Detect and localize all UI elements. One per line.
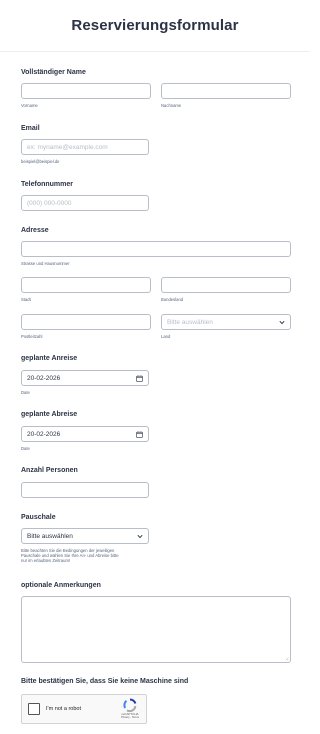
email-placeholder: ex: myname@example.com	[27, 144, 108, 151]
resize-handle-icon[interactable]	[285, 657, 289, 661]
country-sublabel: Land	[161, 334, 171, 339]
form-title: Reservierungsformular	[71, 17, 239, 34]
arrival-sublabel: Date	[21, 390, 30, 395]
zip-input[interactable]	[21, 314, 151, 330]
captcha-label: Bitte bestätigen Sie, dass Sie keine Mas…	[21, 678, 189, 685]
calendar-icon[interactable]	[136, 431, 143, 438]
first-name-input[interactable]	[21, 83, 151, 99]
state-sublabel: Bundesland	[161, 297, 184, 302]
email-sublabel: beispiel@beispiel.de	[21, 159, 60, 164]
notes-label: optionale Anmerkungen	[21, 582, 101, 589]
package-select[interactable]: Bitte auswählen	[21, 528, 149, 544]
package-note-line-3: nur im erlaubten Zeitraum!	[21, 558, 71, 563]
country-select[interactable]: Bitte auswählen	[161, 314, 291, 330]
last-name-input[interactable]	[161, 83, 291, 99]
recaptcha-logo-icon	[123, 698, 137, 712]
departure-sublabel: Date	[21, 446, 30, 451]
street-input[interactable]	[21, 241, 291, 257]
notes-textarea[interactable]	[21, 596, 291, 663]
phone-input[interactable]: (000) 000-0000	[21, 195, 149, 211]
last-name-sublabel: Nachname	[161, 103, 182, 108]
country-placeholder: Bitte auswählen	[167, 319, 213, 326]
arrival-label: geplante Anreise	[21, 355, 78, 362]
chevron-down-icon	[137, 534, 143, 539]
email-label: Email	[21, 125, 40, 132]
recaptcha-widget: I'm not a robot reCAPTCHA Privacy - Term…	[21, 694, 147, 724]
city-sublabel: Stadt	[21, 297, 31, 302]
zip-sublabel: Postleitzahl	[21, 334, 43, 339]
city-input[interactable]	[21, 277, 151, 293]
persons-label: Anzahl Personen	[21, 467, 78, 474]
phone-label: Telefonnummer	[21, 181, 73, 188]
package-label: Pauschale	[21, 514, 56, 521]
state-input[interactable]	[161, 277, 291, 293]
chevron-down-icon	[279, 320, 285, 325]
robot-checkbox-label: I'm not a robot	[46, 706, 81, 712]
address-label: Adresse	[21, 227, 49, 234]
street-sublabel: Strasse und Hausnummer	[21, 261, 70, 266]
name-label: Vollständiger Name	[21, 69, 86, 76]
arrival-date-value: 20-02-2026	[27, 375, 61, 382]
phone-placeholder: (000) 000-0000	[27, 200, 72, 207]
arrival-date-input[interactable]: 20-02-2026	[21, 370, 149, 386]
email-input[interactable]: ex: myname@example.com	[21, 139, 149, 155]
package-selected-value: Bitte auswählen	[27, 533, 73, 540]
recaptcha-terms-link[interactable]: Privacy - Terms	[118, 716, 142, 719]
persons-input[interactable]	[21, 482, 149, 498]
departure-label: geplante Abreise	[21, 411, 78, 418]
form-header: Reservierungsformular	[0, 0, 310, 52]
departure-date-value: 20-02-2026	[27, 431, 61, 438]
robot-checkbox[interactable]	[28, 703, 40, 715]
first-name-sublabel: Vorname	[21, 103, 38, 108]
calendar-icon[interactable]	[136, 375, 143, 382]
departure-date-input[interactable]: 20-02-2026	[21, 426, 149, 442]
